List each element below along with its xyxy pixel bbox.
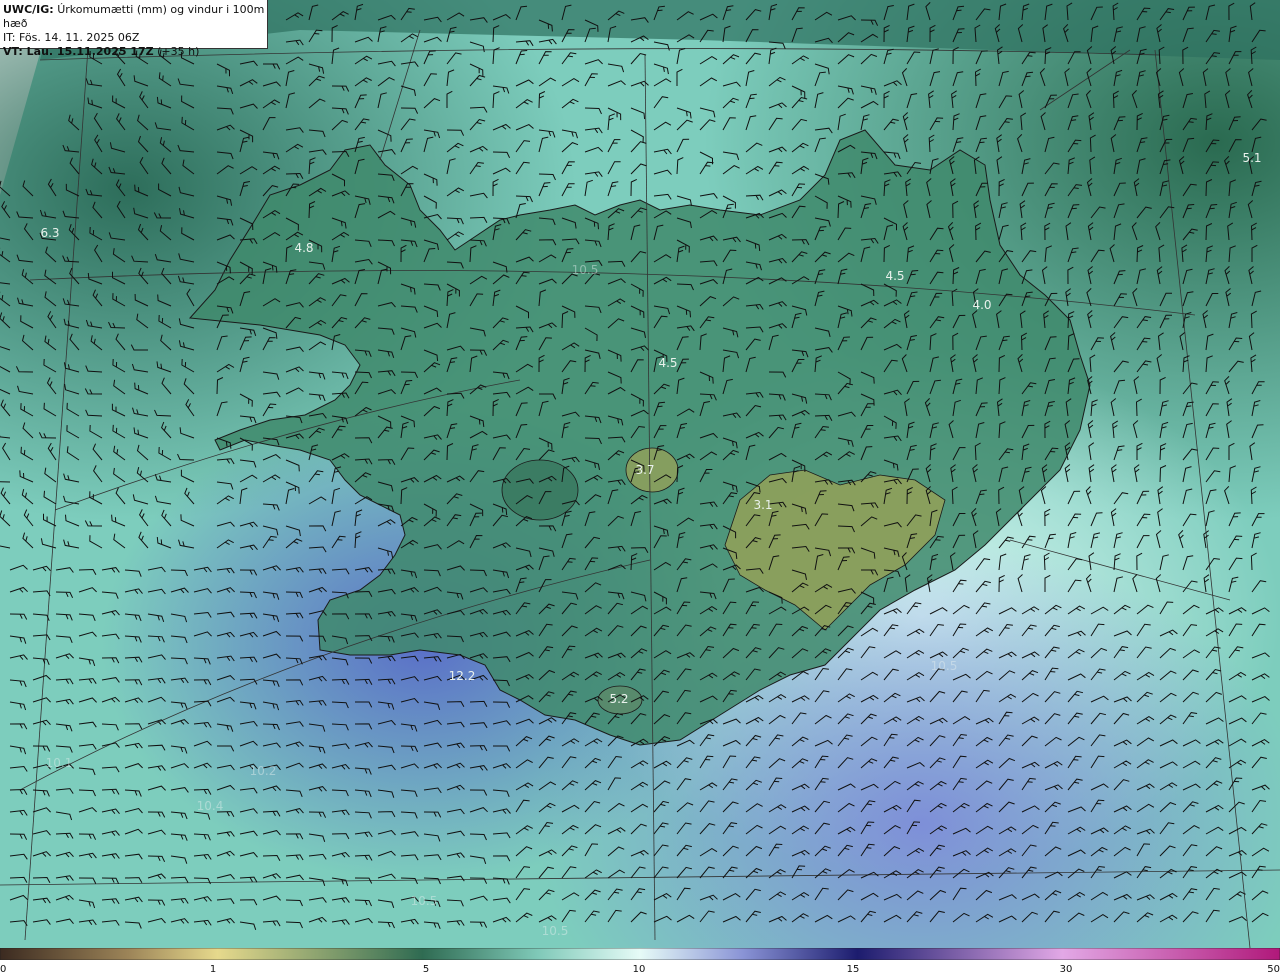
issue-time: IT: Fös. 14. 11. 2025 06Z: [3, 31, 140, 44]
value-label: 10.1: [45, 756, 73, 770]
value-label: 10.4: [196, 799, 224, 813]
value-label: 4.8: [294, 241, 314, 255]
colorbar: [0, 948, 1280, 960]
value-label: 4.5: [658, 356, 678, 370]
colorbar-tick-label: 15: [846, 964, 860, 975]
colorbar-ticks: 0 1 5 10 15 30 50: [0, 962, 1280, 978]
colorbar-tick-label: 0: [0, 964, 7, 975]
value-label: 6.3: [40, 226, 60, 240]
colorbar-tick-label: 1: [209, 964, 217, 975]
value-label: 4.0: [972, 298, 992, 312]
value-label: 12.2: [448, 669, 476, 683]
value-label: 10.5: [930, 659, 958, 673]
weather-map: 6.3 4.8 10.5 4.5 4.5 4.0 5.1 3.7 3.1 5.2 12.2 10.5 1…: [0, 0, 1280, 948]
map-header: UWC/IG: Úrkomumætti (mm) og vindur i 100…: [0, 0, 268, 58]
forecast-offset: (+35 h): [157, 45, 200, 58]
colorbar-tick-label: 10: [632, 964, 646, 975]
value-label: 10.2: [249, 764, 277, 778]
product-name: UWC/IG:: [3, 3, 54, 16]
colorbar-tick-label: 5: [422, 964, 430, 975]
value-label: 10.5: [571, 263, 599, 277]
value-label: 3.1: [753, 498, 773, 512]
colorbar-tick-label: 50: [1267, 964, 1280, 975]
value-label: 10.5: [410, 894, 438, 908]
valid-time: VT: Lau. 15.11.2025 17Z: [3, 45, 154, 58]
colorbar-tick-label: 30: [1059, 964, 1073, 975]
value-label: 4.5: [885, 269, 905, 283]
value-label: 3.7: [635, 463, 655, 477]
value-label: 10.5: [541, 924, 569, 938]
value-label: 5.2: [609, 692, 629, 706]
value-label: 5.1: [1242, 151, 1262, 165]
